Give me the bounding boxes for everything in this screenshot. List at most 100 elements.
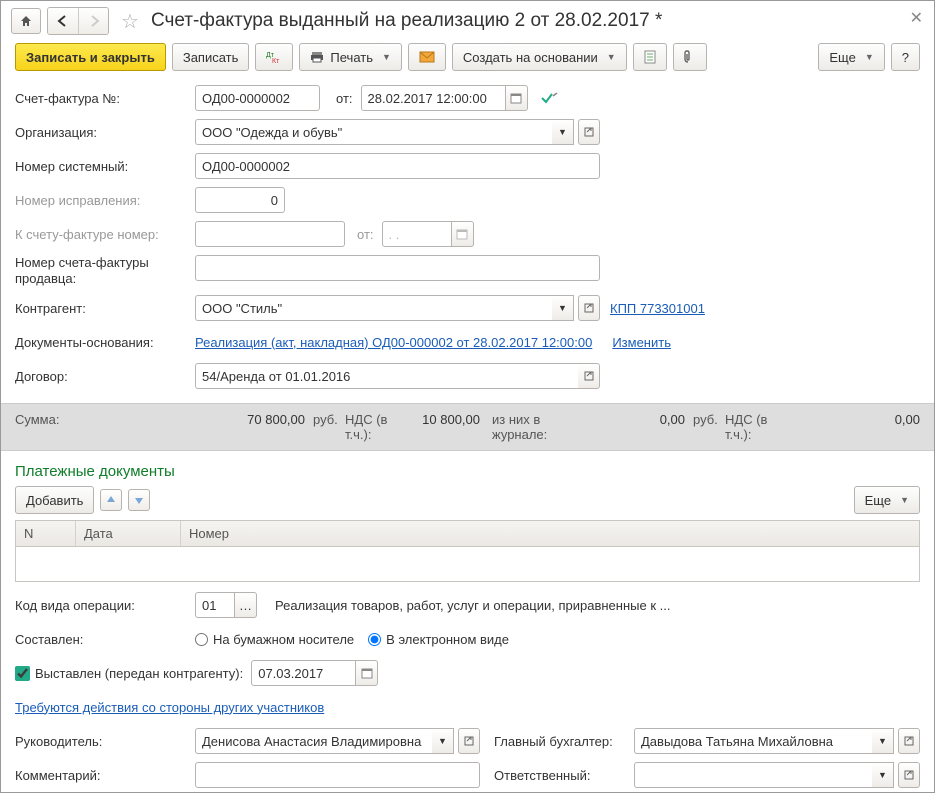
open-icon <box>464 736 474 746</box>
manager-dd[interactable]: ▼ <box>432 728 454 754</box>
to-date-input[interactable] <box>382 221 452 247</box>
seller-invoice-label: Номер счета-фактуры продавца: <box>15 255 195 287</box>
chief-acc-open[interactable] <box>898 728 920 754</box>
seller-invoice-input[interactable] <box>195 255 600 281</box>
date-input[interactable] <box>361 85 506 111</box>
printer-icon <box>310 51 324 63</box>
mail-icon <box>419 51 435 63</box>
responsible-open[interactable] <box>898 762 920 788</box>
payment-table: N Дата Номер <box>15 520 920 582</box>
to-calendar-button[interactable] <box>452 221 474 247</box>
to-from-label: от: <box>357 227 374 242</box>
help-button[interactable]: ? <box>891 43 920 71</box>
more-button-table[interactable]: Еще▼ <box>854 486 920 514</box>
dtkt-icon: ДтКт <box>266 50 282 64</box>
col-date[interactable]: Дата <box>76 521 181 546</box>
invoice-no-input[interactable] <box>195 85 320 111</box>
save-button[interactable]: Записать <box>172 43 250 71</box>
nav-back-button[interactable] <box>48 8 78 34</box>
mail-button[interactable] <box>408 43 446 71</box>
dtkt-button[interactable]: ДтКт <box>255 43 293 71</box>
doc-button[interactable] <box>633 43 667 71</box>
manager-open[interactable] <box>458 728 480 754</box>
responsible-dd[interactable]: ▼ <box>872 762 894 788</box>
nav-forward-button[interactable] <box>78 8 108 34</box>
composed-label: Составлен: <box>15 632 195 647</box>
arrow-down-icon <box>133 494 145 506</box>
from-label: от: <box>336 91 353 106</box>
comment-input[interactable] <box>195 762 480 788</box>
sys-no-label: Номер системный: <box>15 159 195 174</box>
manager-select[interactable]: Денисова Анастасия Владимировна <box>195 728 432 754</box>
payment-docs-title: Платежные документы <box>1 459 934 486</box>
attach-button[interactable] <box>673 43 707 71</box>
open-icon <box>584 127 594 137</box>
org-dd[interactable]: ▼ <box>552 119 574 145</box>
col-no[interactable]: Номер <box>181 521 919 546</box>
issued-checkbox[interactable]: Выставлен (передан контрагенту): <box>15 666 243 681</box>
basis-label: Документы-основания: <box>15 335 195 350</box>
op-code-select[interactable]: … <box>235 592 257 618</box>
col-n[interactable]: N <box>16 521 76 546</box>
page-title: Счет-фактура выданный на реализацию 2 от… <box>151 10 662 32</box>
org-select[interactable]: ООО "Одежда и обувь" <box>195 119 552 145</box>
issued-calendar[interactable] <box>356 660 378 686</box>
chief-acc-dd[interactable]: ▼ <box>872 728 894 754</box>
correction-no-label: Номер исправления: <box>15 193 195 208</box>
change-link[interactable]: Изменить <box>612 335 671 350</box>
counterparty-open[interactable] <box>578 295 600 321</box>
contract-open[interactable] <box>578 363 600 389</box>
responsible-select[interactable] <box>634 762 872 788</box>
responsible-label: Ответственный: <box>494 768 634 783</box>
comment-label: Комментарий: <box>15 768 195 783</box>
close-button[interactable]: ✕ <box>910 8 923 28</box>
print-button[interactable]: Печать▼ <box>299 43 402 71</box>
home-icon <box>19 14 33 28</box>
counterparty-dd[interactable]: ▼ <box>552 295 574 321</box>
move-up-button[interactable] <box>100 489 122 511</box>
open-icon <box>584 371 594 381</box>
doc-icon <box>644 50 656 64</box>
star-icon[interactable]: ☆ <box>121 9 139 34</box>
radio-paper[interactable]: На бумажном носителе <box>195 632 354 647</box>
to-invoice-label: К счету-фактуре номер: <box>15 227 195 242</box>
check-icon[interactable] <box>540 91 558 105</box>
add-button[interactable]: Добавить <box>15 486 94 514</box>
svg-text:Кт: Кт <box>272 58 280 64</box>
chief-acc-select[interactable]: Давыдова Татьяна Михайловна <box>634 728 872 754</box>
contract-label: Договор: <box>15 369 195 384</box>
calendar-button[interactable] <box>506 85 528 111</box>
open-icon <box>904 770 914 780</box>
org-open[interactable] <box>578 119 600 145</box>
more-button-top[interactable]: Еще▼ <box>818 43 884 71</box>
chief-acc-label: Главный бухгалтер: <box>494 734 634 749</box>
table-body[interactable] <box>16 547 919 581</box>
invoice-no-label: Счет-фактура №: <box>15 91 195 106</box>
counterparty-select[interactable]: ООО "Стиль" <box>195 295 552 321</box>
sys-no-input[interactable] <box>195 153 600 179</box>
open-icon <box>904 736 914 746</box>
calendar-icon <box>361 667 373 679</box>
manager-label: Руководитель: <box>15 734 195 749</box>
paperclip-icon <box>684 50 696 64</box>
basis-doc-link[interactable]: Реализация (акт, накладная) ОД00-000002 … <box>195 335 592 350</box>
kpp-link[interactable]: КПП 773301001 <box>610 301 705 316</box>
arrow-right-icon <box>86 15 102 27</box>
contract-select[interactable]: 54/Аренда от 01.01.2016 <box>195 363 578 389</box>
op-code-input[interactable] <box>195 592 235 618</box>
correction-no-input[interactable] <box>195 187 285 213</box>
home-button[interactable] <box>11 8 41 34</box>
open-icon <box>584 303 594 313</box>
org-label: Организация: <box>15 125 195 140</box>
calendar-icon <box>456 228 468 240</box>
move-down-button[interactable] <box>128 489 150 511</box>
actions-link[interactable]: Требуются действия со стороны других уча… <box>15 700 324 715</box>
create-on-basis-button[interactable]: Создать на основании▼ <box>452 43 627 71</box>
op-desc: Реализация товаров, работ, услуг и опера… <box>275 598 670 613</box>
to-invoice-input[interactable] <box>195 221 345 247</box>
sum-strip: Сумма: 70 800,00 руб. НДС (в т.ч.): 10 8… <box>1 403 934 451</box>
issued-date-input[interactable] <box>251 660 356 686</box>
arrow-left-icon <box>55 15 71 27</box>
radio-electronic[interactable]: В электронном виде <box>368 632 509 647</box>
save-close-button[interactable]: Записать и закрыть <box>15 43 166 71</box>
